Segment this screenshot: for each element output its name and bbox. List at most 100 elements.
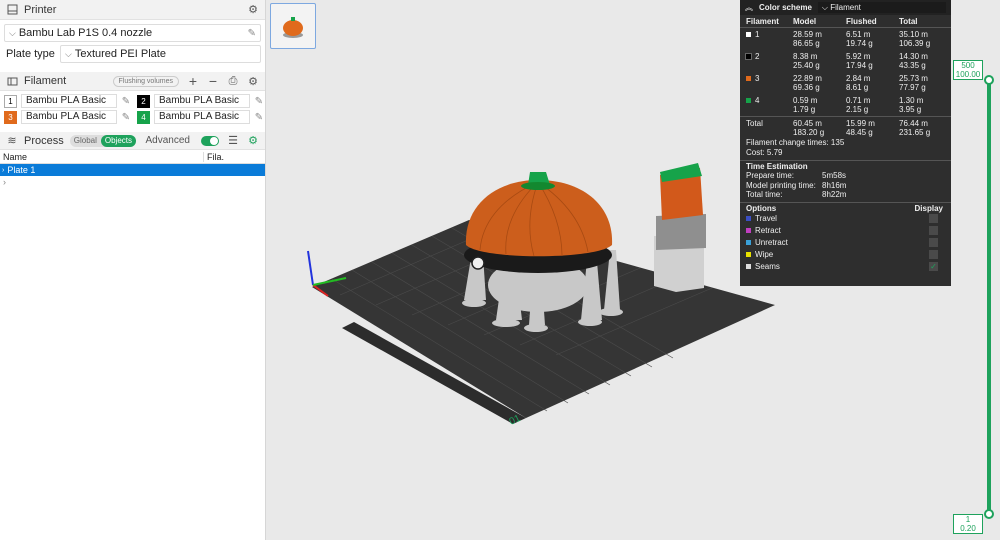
filament-swatch[interactable]: 2 (137, 94, 150, 108)
printer-settings-gear-icon[interactable]: ⚙ (247, 4, 259, 16)
filament-id: 1 (755, 30, 760, 39)
option-label: Wipe (755, 250, 774, 259)
display-checkbox[interactable] (929, 226, 938, 235)
filament-swatch[interactable]: 4 (137, 110, 150, 124)
remove-filament-icon[interactable]: − (207, 73, 219, 89)
display-checkbox[interactable] (929, 214, 938, 223)
option-color-swatch (746, 240, 751, 245)
global-tab[interactable]: Global (70, 135, 101, 147)
edit-filament-icon[interactable]: ✎ (119, 96, 133, 107)
filament-id: 3 (755, 74, 760, 83)
filament-color-swatch (745, 53, 752, 60)
display-checkbox[interactable] (929, 238, 938, 247)
chevron-down-icon: ⌵ (65, 48, 72, 59)
edit-printer-icon[interactable]: ✎ (248, 28, 256, 39)
filament-name[interactable]: Bambu PLA Basic (21, 94, 117, 108)
filament-name[interactable]: Bambu PLA Basic (154, 94, 250, 108)
color-scheme-select[interactable]: ⌵ Filament (817, 2, 946, 13)
filament-item-2[interactable]: 2 Bambu PLA Basic ✎ (137, 94, 270, 108)
model-length: 0.59 m (793, 96, 818, 105)
printer-select[interactable]: ⌵ Bambu Lab P1S 0.4 nozzle ✎ (4, 24, 261, 42)
option-wipe[interactable]: Wipe (740, 249, 951, 261)
filament-usage-row: 2 8.38 m 25.40 g 5.92 m 17.94 g 14.30 m 43.… (740, 50, 951, 72)
objects-tab[interactable]: Objects (100, 134, 136, 147)
filament-name[interactable]: Bambu PLA Basic (21, 110, 117, 124)
total-weight: 3.95 g (899, 105, 922, 114)
total-weight: 106.39 g (899, 39, 931, 48)
process-section-header: ≋ Process Global Objects Advanced ☰ ⚙ (0, 132, 265, 150)
layer-slider-top-handle[interactable] (984, 75, 994, 85)
model-length: 22.89 m (793, 74, 822, 83)
option-color-swatch (746, 252, 751, 257)
total-length: 1.30 m (899, 96, 924, 105)
collapse-chevron-icon[interactable]: ︽ (745, 2, 753, 13)
color-scheme-panel: ︽ Color scheme ⌵ Filament Filament Model… (740, 0, 951, 286)
bottom-layer-height: 0.20 (960, 524, 976, 533)
plate-type-value: Textured PEI Plate (74, 48, 166, 60)
flushed-length: 0.71 m (846, 96, 871, 105)
sync-filament-icon[interactable]: ⎙ (227, 75, 239, 87)
edit-filament-icon[interactable]: ✎ (252, 96, 266, 107)
printer-section-header: Printer ⚙ (0, 0, 265, 20)
filament-id: 2 (755, 52, 760, 61)
prepare-time-value: 5m58s (822, 171, 847, 180)
edit-filament-icon[interactable]: ✎ (252, 112, 266, 123)
left-sidebar: Printer ⚙ ⌵ Bambu Lab P1S 0.4 nozzle ✎ P… (0, 0, 266, 540)
header-flushed: Flushed (846, 17, 877, 26)
process-list-icon[interactable]: ☰ (227, 135, 239, 147)
option-label: Unretract (755, 238, 788, 247)
layer-slider-bottom-handle[interactable] (984, 509, 994, 519)
filament-swatch[interactable]: 1 (4, 94, 17, 108)
filament-color-swatch (746, 32, 751, 37)
filament-item-3[interactable]: 3 Bambu PLA Basic ✎ (4, 110, 137, 124)
plate-type-row: Plate type ⌵ Textured PEI Plate (0, 44, 265, 64)
layer-slider-track[interactable] (987, 78, 991, 514)
filament-item-4[interactable]: 4 Bambu PLA Basic ✎ (137, 110, 270, 124)
filament-usage-row: 1 28.59 m 86.65 g 6.51 m 19.74 g 35.10 m 10… (740, 28, 951, 50)
process-settings-icon[interactable]: ⚙ (247, 135, 259, 147)
option-retract[interactable]: Retract (740, 225, 951, 237)
display-title: Display (914, 203, 943, 213)
display-checkbox-checked[interactable]: ✓ (929, 262, 938, 271)
total-time-value: 8h22m (822, 190, 847, 199)
process-layers-icon: ≋ (7, 135, 17, 147)
edit-filament-icon[interactable]: ✎ (119, 112, 133, 123)
filament-settings-gear-icon[interactable]: ⚙ (247, 75, 259, 88)
pumpkin-stem-base (521, 182, 555, 190)
flushed-weight: 17.94 g (846, 61, 873, 70)
plate-row-label: Plate 1 (7, 165, 36, 175)
display-checkbox[interactable] (929, 250, 938, 259)
object-row-plate[interactable]: › Plate 1 (0, 164, 265, 176)
flushing-volumes-button[interactable]: Flushing volumes (112, 75, 179, 87)
expand-arrow-icon[interactable]: › (2, 167, 4, 174)
chevron-down-icon: ⌵ (821, 3, 831, 12)
option-color-swatch (746, 264, 751, 269)
column-name[interactable]: Name (3, 152, 27, 162)
add-filament-icon[interactable]: + (187, 73, 199, 89)
filament-swatch[interactable]: 3 (4, 110, 17, 124)
flushed-weight: 2.15 g (846, 105, 869, 114)
filament-name[interactable]: Bambu PLA Basic (154, 110, 250, 124)
model-time-label: Model printing time: (746, 180, 816, 190)
global-objects-toggle[interactable]: Global Objects (69, 134, 136, 147)
object-list-header: Name Fila. (0, 150, 265, 164)
bottom-layer-number: 1 (965, 515, 971, 524)
option-unretract[interactable]: Unretract (740, 237, 951, 249)
header-filament: Filament (746, 17, 779, 26)
options-header: Options Display (740, 201, 951, 213)
color-scheme-header: ︽ Color scheme ⌵ Filament (740, 0, 951, 15)
chevron-down-icon: ⌵ (9, 27, 16, 38)
plate-type-select[interactable]: ⌵ Textured PEI Plate (60, 45, 261, 63)
model-time-value: 8h16m (822, 180, 847, 190)
advanced-toggle[interactable] (201, 135, 219, 146)
object-row-child[interactable]: › (0, 176, 265, 188)
option-travel[interactable]: Travel (740, 213, 951, 225)
header-model: Model (793, 17, 817, 26)
option-seams[interactable]: Seams ✓ (740, 261, 951, 273)
filament-item-1[interactable]: 1 Bambu PLA Basic ✎ (4, 94, 137, 108)
column-filament[interactable]: Fila. (203, 151, 265, 162)
filament-icon (6, 75, 18, 87)
model-length: 28.59 m (793, 30, 822, 39)
z-axis (307, 250, 314, 286)
model-time-row: Model printing time: 8h16m (740, 181, 951, 191)
